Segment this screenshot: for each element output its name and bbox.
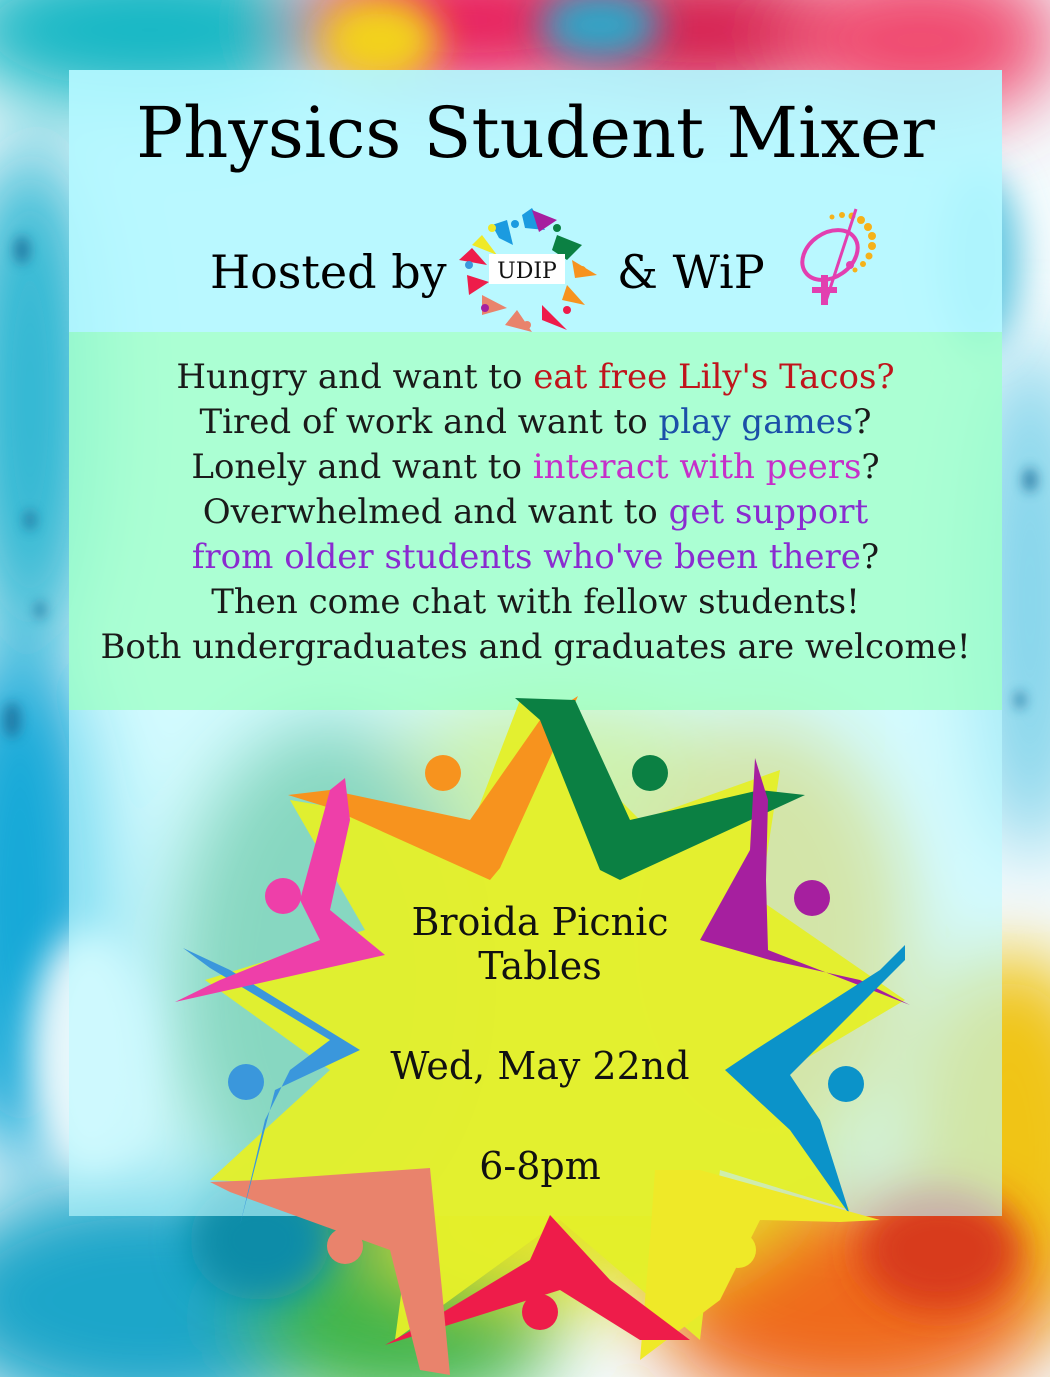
event-time: 6-8pm <box>479 1144 601 1188</box>
head-magenta <box>265 878 301 914</box>
blurb-line-welcome: Both undergraduates and graduates are we… <box>100 627 971 667</box>
hosted-by-label: Hosted by <box>210 245 447 299</box>
event-date: Wed, May 22nd <box>390 1044 690 1088</box>
head-salmon <box>327 1228 363 1264</box>
blurb-line-chat: Then come chat with fellow students! <box>211 582 860 622</box>
head-purple <box>794 880 830 916</box>
highlight-peers: interact with peers <box>532 447 862 487</box>
blurb-line-games: Tired of work and want to play games? <box>199 402 872 442</box>
udip-starburst-logo-icon: UDIP <box>459 208 597 332</box>
event-location-line2: Tables <box>478 944 602 988</box>
hosted-by-row: Hosted by UDIP & WiP <box>0 205 1050 335</box>
head-lightblue <box>228 1064 264 1100</box>
figure-salmon <box>210 1168 450 1375</box>
wip-connector-label: & WiP <box>617 245 765 299</box>
blurb-line-tacos: Hungry and want to eat free Lily's Tacos… <box>176 357 895 397</box>
highlight-support: get support <box>668 492 869 532</box>
blurb-line-support: Overwhelmed and want to get support <box>202 492 869 532</box>
highlight-games: play games <box>658 402 854 442</box>
head-green <box>632 755 668 791</box>
highlight-tacos: eat free Lily's Tacos? <box>533 357 895 397</box>
poster-title: Physics Student Mixer <box>136 92 935 174</box>
head-red <box>522 1294 558 1330</box>
highlight-older-students: from older students who've been there <box>191 537 861 577</box>
event-details: Broida Picnic Tables Wed, May 22nd 6-8pm <box>340 900 740 1188</box>
wip-venus-atom-logo-icon <box>800 208 876 305</box>
event-location-line1: Broida Picnic <box>411 900 669 944</box>
head-orange <box>425 755 461 791</box>
udip-logo-text: UDIP <box>497 259 557 284</box>
flyer: Physics Student Mixer Hosted by UDIP & W… <box>0 0 1050 1377</box>
head-yellow <box>720 1232 756 1268</box>
blurb-line-peers: Lonely and want to interact with peers? <box>191 447 880 487</box>
invitation-text: Hungry and want to eat free Lily's Tacos… <box>69 355 1002 670</box>
blurb-line-older-students: from older students who've been there? <box>191 537 880 577</box>
head-blue <box>828 1066 864 1102</box>
